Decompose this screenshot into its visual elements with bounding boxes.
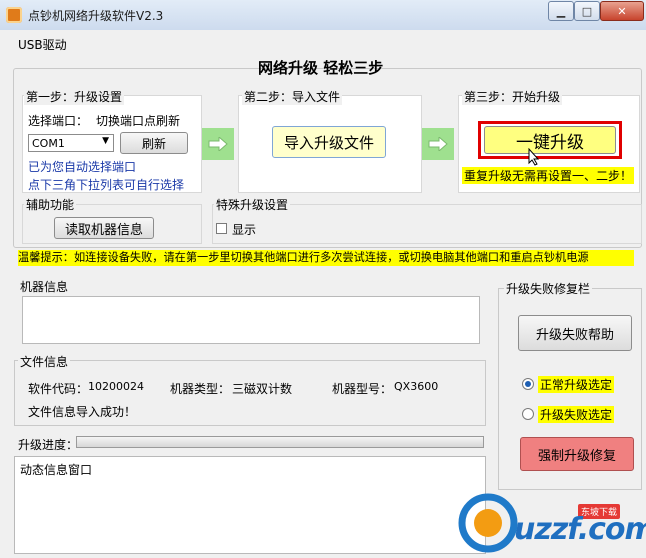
progress-label: 升级进度： [18, 438, 79, 452]
import-file-button[interactable]: 导入升级文件 [272, 126, 386, 158]
maximize-button[interactable]: □ [574, 1, 600, 21]
arrow-right-icon [202, 128, 234, 160]
file-status-text: 文件信息导入成功！ [28, 405, 137, 419]
refresh-button[interactable]: 刷新 [120, 132, 188, 154]
chevron-down-icon: ▼ [102, 136, 109, 146]
step3-note: 重复升级无需再设置一、二步！ [462, 167, 635, 184]
file-info-label: 文件信息 [18, 353, 71, 370]
machine-info-label: 机器信息 [20, 280, 69, 294]
one-key-upgrade-button[interactable]: 一键升级 [484, 126, 616, 154]
step3-label: 第三步：开始升级 [462, 88, 563, 105]
manual-select-text: 点下三角下拉列表可自行选择 [28, 178, 185, 192]
step2-label: 第二步：导入文件 [242, 88, 343, 105]
machine-type-value: 三磁双计数 [232, 382, 293, 396]
refresh-hint: 切换端口点刷新 [96, 114, 181, 128]
software-code-value: 10200024 [88, 380, 144, 393]
port-select[interactable]: COM1 ▼ [28, 134, 114, 152]
close-icon: ✕ [617, 4, 627, 18]
watermark-text: uzzf.com [514, 512, 646, 547]
auto-select-text: 已为您自动选择端口 [28, 160, 137, 174]
fail-upgrade-radio[interactable] [522, 408, 534, 420]
display-label: 显示 [232, 223, 257, 237]
machine-model-value: QX3600 [394, 380, 439, 393]
tip-text: 温馨提示：如连接设备失败，请在第一步里切换其他端口进行多次尝试连接，或切换电脑其… [18, 250, 634, 266]
close-button[interactable]: ✕ [600, 1, 644, 21]
aux-label: 辅助功能 [24, 196, 77, 213]
upgrade-fail-help-button[interactable]: 升级失败帮助 [518, 315, 632, 351]
machine-info-box [22, 296, 480, 344]
dynamic-info-text: 动态信息窗口 [20, 463, 93, 477]
menu-bar [0, 30, 646, 52]
normal-upgrade-radio[interactable] [522, 378, 534, 390]
force-upgrade-repair-button[interactable]: 强制升级修复 [520, 437, 634, 471]
repair-label: 升级失败修复栏 [504, 280, 593, 297]
machine-model-label: 机器型号： [332, 382, 393, 396]
special-label: 特殊升级设置 [214, 196, 291, 213]
software-code-label: 软件代码： [28, 382, 89, 396]
machine-type-label: 机器类型： [170, 382, 231, 396]
app-icon [6, 7, 22, 23]
window-title: 点钞机网络升级软件V2.3 [28, 9, 164, 23]
read-machine-info-button[interactable]: 读取机器信息 [54, 217, 154, 239]
maximize-icon: □ [581, 4, 593, 18]
port-select-value: COM1 [32, 136, 65, 150]
arrow-right-icon [422, 128, 454, 160]
normal-upgrade-label: 正常升级选定 [538, 376, 615, 393]
display-checkbox[interactable] [216, 223, 227, 234]
watermark-logo-icon [456, 492, 520, 554]
minimize-icon: ▁ [556, 4, 566, 18]
menu-usb-driver[interactable]: USB驱动 [18, 36, 67, 53]
fail-upgrade-label: 升级失败选定 [538, 406, 615, 423]
mouse-cursor-icon [528, 147, 540, 169]
page-title: 网络升级 轻松三步 [258, 59, 384, 77]
step1-label: 第一步：升级设置 [24, 88, 125, 105]
upgrade-progress-bar [76, 436, 484, 448]
port-label: 选择端口： [28, 114, 89, 128]
minimize-button[interactable]: ▁ [548, 1, 574, 21]
